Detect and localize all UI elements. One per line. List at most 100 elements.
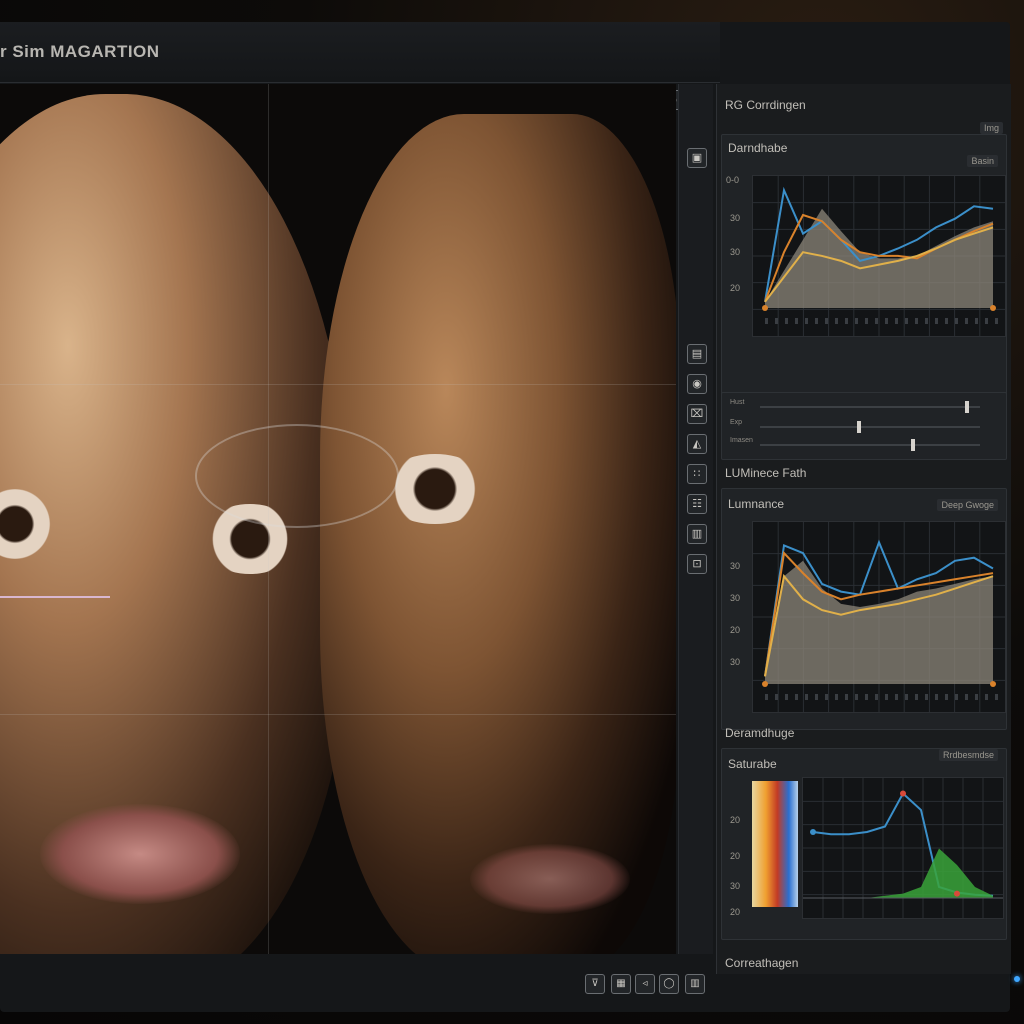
series-point bbox=[900, 790, 906, 797]
tick-mark bbox=[835, 318, 838, 324]
slider-imasen-label: Imasen bbox=[730, 437, 753, 444]
slider-knob[interactable] bbox=[911, 439, 916, 451]
crop-icon[interactable]: ⌧ bbox=[687, 404, 707, 424]
slider-exp[interactable]: Exp bbox=[730, 419, 980, 433]
tick-mark bbox=[895, 694, 898, 700]
histogram-chart-1-svg bbox=[753, 176, 1005, 336]
dots-icon[interactable]: ∷ bbox=[687, 464, 707, 484]
image-viewer[interactable] bbox=[0, 84, 676, 954]
tick-mark bbox=[895, 318, 898, 324]
section1-pill[interactable]: Basin bbox=[967, 155, 998, 167]
panel-header: RG Corrdingen bbox=[725, 98, 806, 112]
panel-icon[interactable]: ▥ bbox=[687, 524, 707, 544]
section2-ytick: 20 bbox=[730, 625, 741, 635]
section1-ytick: 0-0 bbox=[726, 175, 740, 185]
section1-ytick: 30 bbox=[730, 213, 741, 223]
tick-mark bbox=[805, 694, 808, 700]
tick-mark bbox=[905, 318, 908, 324]
slider-imasen[interactable]: Imasen bbox=[730, 437, 980, 451]
back-icon[interactable]: ◃ bbox=[635, 974, 655, 994]
tick-mark bbox=[855, 318, 858, 324]
app-title: r Sim MAGARTION bbox=[0, 42, 160, 61]
slider-knob[interactable] bbox=[965, 401, 970, 413]
series-point bbox=[810, 829, 816, 835]
tick-mark bbox=[785, 694, 788, 700]
saturation-chart-svg bbox=[803, 778, 1003, 918]
section-saturabe: Saturabe Rrdbesmdse 20 20 30 20 bbox=[721, 748, 1007, 940]
tick-mark bbox=[765, 694, 768, 700]
tick-mark bbox=[865, 318, 868, 324]
face-right-image bbox=[320, 114, 676, 954]
tick-mark bbox=[905, 694, 908, 700]
tick-mark bbox=[885, 318, 888, 324]
color-panel: RG Corrdingen Img Darndhabe Basin 0-0 30… bbox=[716, 84, 1011, 974]
monitor: r Sim MAGARTION ◎ ⊙ ▣ ▤ ◉ ⌧ ◭ ∷ bbox=[0, 0, 1024, 1024]
tick-mark bbox=[825, 694, 828, 700]
tick-mark bbox=[815, 694, 818, 700]
slider-track bbox=[760, 426, 980, 428]
tick-mark bbox=[885, 694, 888, 700]
tick-mark bbox=[955, 694, 958, 700]
section3-ytick: 20 bbox=[730, 815, 741, 825]
app-window: r Sim MAGARTION ◎ ⊙ ▣ ▤ ◉ ⌧ ◭ ∷ bbox=[0, 22, 1011, 1012]
tick-mark bbox=[845, 318, 848, 324]
slider-exp-label: Exp bbox=[730, 419, 743, 426]
panel-header-pill[interactable]: Img bbox=[979, 122, 1003, 134]
section2-ytick: 30 bbox=[730, 657, 741, 667]
panel-toggle-icon[interactable]: ▥ bbox=[685, 974, 705, 994]
guide-line-horizontal[interactable] bbox=[0, 384, 676, 385]
tick-mark bbox=[925, 694, 928, 700]
grid-view-icon[interactable]: ▦ bbox=[611, 974, 631, 994]
endpoint-dot bbox=[762, 305, 768, 311]
guide-line-vertical[interactable] bbox=[268, 84, 269, 954]
tick-mark bbox=[875, 318, 878, 324]
section3-title: Saturabe bbox=[728, 757, 777, 771]
slider-hust-label: Hust bbox=[730, 399, 745, 406]
section2-ytick: 30 bbox=[730, 593, 741, 603]
section2-title: Lumnance bbox=[728, 497, 785, 511]
luminance-header: LUMinece Fath bbox=[725, 466, 807, 480]
histogram-chart-1[interactable] bbox=[752, 175, 1006, 337]
saturation-chart[interactable] bbox=[802, 777, 1004, 919]
tick-mark bbox=[785, 318, 788, 324]
section3-ytick: 20 bbox=[730, 907, 741, 917]
marker-line[interactable] bbox=[0, 596, 110, 598]
tick-mark bbox=[865, 694, 868, 700]
section2-pill[interactable]: Deep Gwoge bbox=[937, 499, 998, 511]
section3-header: Deramdhuge bbox=[725, 726, 795, 740]
tick-mark bbox=[875, 694, 878, 700]
panel-footer: Correathagen bbox=[725, 956, 799, 970]
tick-mark bbox=[995, 318, 998, 324]
color-gradient-swatch bbox=[752, 781, 798, 907]
slider-track bbox=[760, 406, 980, 408]
section1-ytick: 20 bbox=[730, 283, 741, 293]
tick-mark bbox=[965, 318, 968, 324]
histogram-chart-2-svg bbox=[753, 522, 1005, 712]
circle-tool-icon[interactable]: ◯ bbox=[659, 974, 679, 994]
comparison-lens[interactable] bbox=[195, 424, 399, 528]
endpoint-dot bbox=[990, 305, 996, 311]
screen-icon[interactable]: ▣ bbox=[687, 148, 707, 168]
section-darndhabe: Darndhabe Basin 0-0 30 30 20 bbox=[721, 134, 1007, 396]
slider-hust[interactable]: Hust bbox=[730, 399, 980, 413]
grid-icon[interactable]: ☷ bbox=[687, 494, 707, 514]
section1-ytick: 30 bbox=[730, 247, 741, 257]
histogram-chart-2[interactable] bbox=[752, 521, 1006, 713]
tick-mark bbox=[815, 318, 818, 324]
bottom-toolbar: ⊽ ▦ ◃ ◯ ▥ bbox=[585, 970, 715, 998]
slider-knob[interactable] bbox=[857, 421, 862, 433]
guide-line-horizontal-2[interactable] bbox=[0, 714, 676, 715]
power-led bbox=[1014, 976, 1020, 982]
layers-icon[interactable]: ▤ bbox=[687, 344, 707, 364]
circle-icon[interactable]: ◉ bbox=[687, 374, 707, 394]
section2-ytick: 30 bbox=[730, 561, 741, 571]
tick-mark bbox=[955, 318, 958, 324]
filter-icon[interactable]: ⊽ bbox=[585, 974, 605, 994]
tick-mark bbox=[915, 318, 918, 324]
triangle-icon[interactable]: ◭ bbox=[687, 434, 707, 454]
tick-mark bbox=[925, 318, 928, 324]
frame-icon[interactable]: ⊡ bbox=[687, 554, 707, 574]
tick-mark bbox=[795, 318, 798, 324]
section3-pill[interactable]: Rrdbesmdse bbox=[938, 749, 998, 761]
tick-mark bbox=[965, 694, 968, 700]
